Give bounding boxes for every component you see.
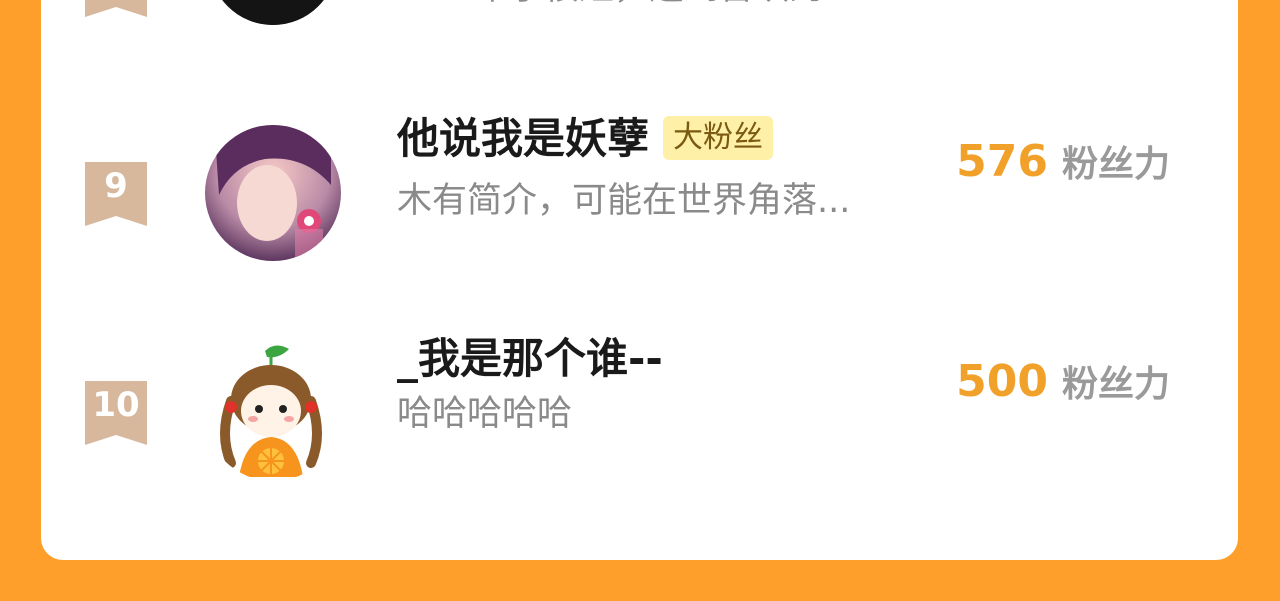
user-bio: 一辈子很短，遇到喜欢的...: [439, 0, 857, 10]
ranking-row[interactable]: 9 他说我是妖孽 大粉丝 木有简介，可能在世界角落... 576 粉丝力: [41, 114, 1238, 275]
rank-number: 10: [92, 385, 140, 425]
fan-power: 576 粉丝力: [956, 135, 1170, 187]
user-name[interactable]: 他说我是妖孽 大粉丝: [397, 105, 774, 166]
fan-ranking-card: 一辈子很短，遇到喜欢的... 9: [41, 0, 1238, 560]
user-avatar[interactable]: [205, 125, 341, 261]
ranking-row[interactable]: 一辈子很短，遇到喜欢的...: [41, 0, 1238, 85]
ranking-row[interactable]: 10 _我是那个谁-- 哈哈哈哈哈 500 粉丝力: [41, 334, 1238, 495]
fan-power-value: 500: [956, 356, 1048, 407]
fan-power-unit: 粉丝力: [1061, 144, 1170, 185]
fan-power: 500 粉丝力: [956, 355, 1170, 407]
avatar-cartoon-orange-girl-icon: [205, 345, 341, 481]
user-avatar[interactable]: [205, 345, 341, 481]
rank-number: 9: [104, 166, 128, 206]
user-name[interactable]: _我是那个谁--: [397, 325, 663, 386]
user-bio: 哈哈哈哈哈: [397, 394, 573, 434]
ribbon-icon: [85, 0, 147, 17]
user-bio: 木有简介，可能在世界角落...: [397, 181, 851, 221]
fan-power-unit: 粉丝力: [1061, 364, 1170, 405]
avatar-dark-hair-photo-icon: [209, 0, 337, 25]
rank-ribbon: [85, 0, 147, 17]
rank-ribbon: 10: [85, 381, 147, 445]
fan-level-badge: 大粉丝: [663, 116, 774, 160]
user-name-text[interactable]: _我是那个谁--: [397, 334, 663, 383]
user-name-text[interactable]: 他说我是妖孽: [397, 114, 649, 163]
rank-ribbon: 9: [85, 162, 147, 226]
user-avatar[interactable]: [209, 0, 337, 25]
fan-power-value: 576: [956, 136, 1048, 187]
avatar-girl-photo-icon: [205, 125, 341, 261]
